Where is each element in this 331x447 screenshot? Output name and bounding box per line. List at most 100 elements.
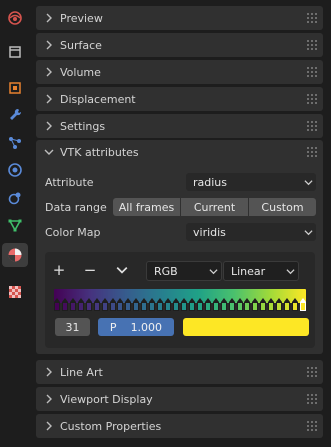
color-stop-marker[interactable] [252, 298, 259, 311]
texture-tab[interactable] [2, 280, 28, 304]
panel-settings[interactable]: Settings [36, 114, 323, 138]
active-stop-index[interactable]: 31 [55, 318, 90, 336]
color-stop-marker[interactable] [165, 298, 172, 311]
particles-icon [9, 137, 21, 149]
color-stop-marker[interactable] [109, 298, 116, 311]
color-stop-marker[interactable] [173, 298, 180, 311]
color-stop-marker[interactable] [204, 298, 211, 311]
drag-handle-icon[interactable] [307, 394, 317, 404]
panel-preview[interactable]: Preview [36, 6, 323, 30]
color-stop-marker[interactable] [157, 298, 164, 311]
color-stop-marker[interactable] [292, 298, 299, 311]
material-tab[interactable] [2, 243, 28, 267]
position-label: P [109, 320, 117, 334]
position-value: 1.000 [130, 320, 163, 334]
panel-viewport-display[interactable]: Viewport Display [36, 387, 323, 411]
chevron-right-icon [41, 118, 57, 134]
chevron-down-icon [300, 178, 316, 187]
panel-vtk-attributes[interactable]: VTK attributes [36, 140, 323, 164]
color-map-label: Color Map [45, 226, 101, 239]
panel-custom-properties[interactable]: Custom Properties [36, 414, 323, 438]
data-range-custom[interactable]: Custom [249, 198, 316, 216]
tool-tab[interactable] [2, 6, 28, 30]
drag-handle-icon[interactable] [307, 13, 317, 23]
color-stop-marker[interactable] [300, 298, 306, 311]
material-properties: Preview Surface Volume Displacement Sett… [36, 0, 326, 447]
color-stop-marker[interactable] [54, 298, 60, 311]
panel-title: Surface [60, 38, 102, 52]
stop-position-field[interactable]: P 1.000 [98, 318, 174, 336]
color-stop-marker[interactable] [85, 298, 92, 311]
panel-line-art[interactable]: Line Art [36, 360, 323, 384]
color-stop-marker[interactable] [284, 298, 291, 311]
modifiers-tab[interactable] [2, 103, 28, 127]
panel-surface[interactable]: Surface [36, 33, 323, 57]
attribute-dropdown[interactable]: radius [186, 173, 316, 191]
color-stop-marker[interactable] [180, 298, 187, 311]
chevron-right-icon [41, 91, 57, 107]
chevron-right-icon [41, 364, 57, 380]
color-stop-marker[interactable] [268, 298, 275, 311]
tool-icon [8, 11, 22, 25]
color-stop-marker[interactable] [212, 298, 219, 311]
panel-title: Viewport Display [60, 392, 153, 406]
attribute-value: radius [193, 175, 228, 189]
color-ramp: + − RGB Linear 31 P 1.000 [45, 252, 315, 348]
drag-handle-icon[interactable] [307, 121, 317, 131]
color-stop-marker[interactable] [196, 298, 203, 311]
data-range-all-frames[interactable]: All frames [113, 198, 180, 216]
chevron-right-icon [41, 418, 57, 434]
add-stop-button[interactable]: + [49, 260, 69, 280]
color-stop-marker[interactable] [188, 298, 195, 311]
data-range-current[interactable]: Current [181, 198, 248, 216]
panel-title: Settings [60, 119, 106, 133]
wrench-icon [10, 108, 22, 120]
drag-handle-icon[interactable] [307, 147, 317, 157]
drag-handle-icon[interactable] [307, 421, 317, 431]
render-icon [9, 46, 21, 58]
data-range-selector: All frames Current Custom [113, 198, 316, 216]
object-tab[interactable] [2, 76, 28, 100]
render-tab[interactable] [2, 40, 28, 64]
drag-handle-icon[interactable] [307, 94, 317, 104]
color-stop-marker[interactable] [61, 298, 68, 311]
panel-displacement[interactable]: Displacement [36, 87, 323, 111]
attribute-label: Attribute [45, 176, 94, 189]
vtk-attributes-body: Attribute radius Data range All frames C… [36, 164, 323, 354]
interpolation-dropdown[interactable]: Linear [223, 261, 299, 281]
constraints-tab[interactable] [2, 186, 28, 210]
color-stop-marker[interactable] [260, 298, 267, 311]
chevron-down-icon [300, 228, 316, 237]
color-stop-marker[interactable] [101, 298, 108, 311]
physics-tab[interactable] [2, 158, 28, 182]
color-stop-marker[interactable] [125, 298, 132, 311]
color-stop-marker[interactable] [276, 298, 283, 311]
drag-handle-icon[interactable] [307, 367, 317, 377]
color-stop-marker[interactable] [149, 298, 156, 311]
color-stop-marker[interactable] [117, 298, 124, 311]
data-tab[interactable] [2, 213, 28, 237]
color-stop-marker[interactable] [141, 298, 148, 311]
drag-handle-icon[interactable] [307, 40, 317, 50]
particles-tab[interactable] [2, 131, 28, 155]
color-mode-dropdown[interactable]: RGB [146, 261, 222, 281]
color-stop-marker[interactable] [77, 298, 84, 311]
chevron-right-icon [41, 10, 57, 26]
chevron-down-icon [205, 267, 221, 276]
stop-color-swatch[interactable] [183, 318, 309, 336]
color-stop-marker[interactable] [220, 298, 227, 311]
color-stop-marker[interactable] [133, 298, 140, 311]
color-map-value: viridis [193, 225, 226, 239]
ramp-menu-button[interactable] [112, 260, 132, 280]
color-map-dropdown[interactable]: viridis [186, 223, 316, 241]
drag-handle-icon[interactable] [307, 67, 317, 77]
color-stop-marker[interactable] [228, 298, 235, 311]
panel-volume[interactable]: Volume [36, 60, 323, 84]
panel-title: Custom Properties [60, 419, 162, 433]
color-stop-marker[interactable] [93, 298, 100, 311]
color-stop-marker[interactable] [236, 298, 243, 311]
color-stop-marker[interactable] [69, 298, 76, 311]
interpolation-value: Linear [231, 264, 266, 278]
color-stop-marker[interactable] [244, 298, 251, 311]
remove-stop-button[interactable]: − [80, 260, 100, 280]
